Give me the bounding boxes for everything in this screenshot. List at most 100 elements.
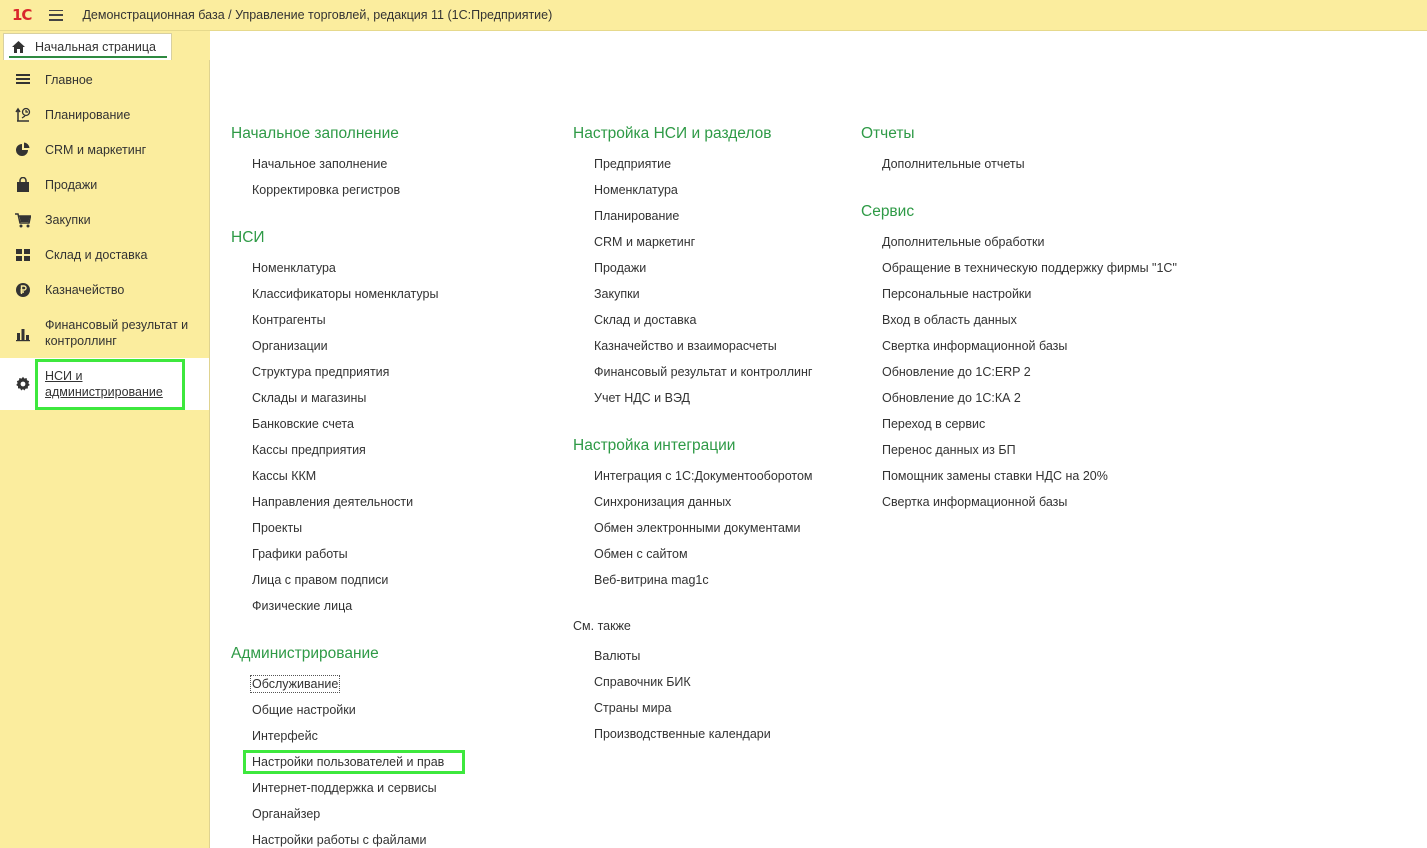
- link-tech-support[interactable]: Обращение в техническую поддержку фирмы …: [882, 261, 1177, 275]
- link-general-settings[interactable]: Общие настройки: [252, 703, 356, 717]
- link-financial-result-settings[interactable]: Финансовый результат и контроллинг: [594, 365, 812, 379]
- main-menu-icon[interactable]: [49, 9, 64, 21]
- section-heading-integration[interactable]: Настройка интеграции: [573, 437, 735, 455]
- sidebar-item-label: Главное: [45, 73, 93, 87]
- link-transfer-from-bp[interactable]: Перенос данных из БП: [882, 443, 1016, 457]
- home-icon: [12, 41, 25, 53]
- link-work-schedules[interactable]: Графики работы: [252, 547, 348, 561]
- app-logo: 1С: [12, 6, 32, 24]
- gear-icon: [15, 376, 31, 392]
- link-move-to-service[interactable]: Переход в сервис: [882, 417, 985, 431]
- cart-icon: [15, 212, 31, 228]
- link-register-adjustment[interactable]: Корректировка регистров: [252, 183, 400, 197]
- link-data-sync[interactable]: Синхронизация данных: [594, 495, 731, 509]
- link-edi-exchange[interactable]: Обмен электронными документами: [594, 521, 800, 535]
- link-web-showcase[interactable]: Веб-витрина mag1c: [594, 573, 709, 587]
- link-update-erp[interactable]: Обновление до 1С:ERP 2: [882, 365, 1031, 379]
- link-personal-settings[interactable]: Персональные настройки: [882, 287, 1031, 301]
- link-file-settings[interactable]: Настройки работы с файлами: [252, 833, 426, 847]
- link-additional-processing[interactable]: Дополнительные обработки: [882, 235, 1044, 249]
- link-docflow-integration[interactable]: Интеграция с 1С:Документооборотом: [594, 469, 813, 483]
- tab-home-label: Начальная страница: [35, 40, 156, 54]
- main-content: Начальное заполнение Начальное заполнени…: [211, 31, 1427, 848]
- link-organizations[interactable]: Организации: [252, 339, 328, 353]
- shopping-bag-icon: [15, 177, 31, 193]
- see-also-heading: См. также: [573, 619, 631, 633]
- sidebar-item-financial-result[interactable]: Финансовый результат и контроллинг: [0, 315, 209, 351]
- link-counterparties[interactable]: Контрагенты: [252, 313, 326, 327]
- tab-active-indicator: [9, 56, 167, 58]
- planning-icon: [15, 107, 31, 123]
- sidebar-item-admin[interactable]: НСИ и администрирование: [0, 358, 209, 410]
- link-business-areas[interactable]: Направления деятельности: [252, 495, 413, 509]
- sidebar-item-warehouse[interactable]: Склад и доставка: [0, 245, 209, 265]
- link-enterprise-structure[interactable]: Структура предприятия: [252, 365, 389, 379]
- link-organizer[interactable]: Органайзер: [252, 807, 320, 821]
- ruble-coin-icon: [15, 282, 31, 298]
- sidebar-item-sales[interactable]: Продажи: [0, 175, 209, 195]
- sidebar-item-crm[interactable]: CRM и маркетинг: [0, 140, 209, 160]
- tab-strip: Начальная страница: [0, 31, 210, 60]
- section-heading-service[interactable]: Сервис: [861, 203, 914, 221]
- link-vat-rate-assistant[interactable]: Помощник замены ставки НДС на 20%: [882, 469, 1108, 483]
- link-vat-settings[interactable]: Учет НДС и ВЭД: [594, 391, 690, 405]
- sidebar-item-purchases[interactable]: Закупки: [0, 210, 209, 230]
- sidebar-item-label: Финансовый результат и контроллинг: [45, 318, 189, 348]
- link-cash-desks[interactable]: Кассы предприятия: [252, 443, 366, 457]
- link-additional-reports[interactable]: Дополнительные отчеты: [882, 157, 1025, 171]
- section-heading-initial-fill[interactable]: Начальное заполнение: [231, 125, 399, 143]
- link-individuals[interactable]: Физические лица: [252, 599, 352, 613]
- sidebar-item-label: Казначейство: [45, 283, 125, 297]
- link-data-area-login[interactable]: Вход в область данных: [882, 313, 1017, 327]
- link-interface[interactable]: Интерфейс: [252, 729, 318, 743]
- section-heading-administration[interactable]: Администрирование: [231, 645, 379, 663]
- window-title: Демонстрационная база / Управление торго…: [82, 8, 553, 22]
- list-icon: [15, 72, 31, 88]
- bar-chart-icon: [15, 326, 31, 342]
- warehouse-grid-icon: [15, 247, 31, 263]
- link-planning-settings[interactable]: Планирование: [594, 209, 679, 223]
- link-projects[interactable]: Проекты: [252, 521, 302, 535]
- link-nomenclature[interactable]: Номенклатура: [252, 261, 336, 275]
- link-bik-directory[interactable]: Справочник БИК: [594, 675, 691, 689]
- sidebar-item-label: Склад и доставка: [45, 248, 148, 262]
- link-kkm-registers[interactable]: Кассы ККМ: [252, 469, 316, 483]
- link-infobase-collapse-2[interactable]: Свертка информационной базы: [882, 495, 1067, 509]
- link-currencies[interactable]: Валюты: [594, 649, 640, 663]
- sidebar-item-label: Закупки: [45, 213, 91, 227]
- link-site-exchange[interactable]: Обмен с сайтом: [594, 547, 688, 561]
- link-maintenance[interactable]: Обслуживание: [249, 675, 341, 693]
- link-initial-fill[interactable]: Начальное заполнение: [252, 157, 387, 171]
- link-nomenclature-settings[interactable]: Номенклатура: [594, 183, 678, 197]
- sidebar-item-treasury[interactable]: Казначейство: [0, 280, 209, 300]
- link-purchases-settings[interactable]: Закупки: [594, 287, 640, 301]
- link-enterprise[interactable]: Предприятие: [594, 157, 671, 171]
- link-warehouses-stores[interactable]: Склады и магазины: [252, 391, 366, 405]
- section-heading-nsi[interactable]: НСИ: [231, 229, 265, 247]
- link-update-ka[interactable]: Обновление до 1С:КА 2: [882, 391, 1021, 405]
- sidebar-item-label: НСИ и администрирование: [45, 369, 163, 399]
- link-user-rights-settings[interactable]: Настройки пользователей и прав: [252, 755, 444, 769]
- link-treasury-settings[interactable]: Казначейство и взаиморасчеты: [594, 339, 777, 353]
- sidebar-item-main[interactable]: Главное: [0, 70, 209, 90]
- sidebar-item-label: CRM и маркетинг: [45, 143, 147, 157]
- link-sales-settings[interactable]: Продажи: [594, 261, 646, 275]
- sidebar-item-label: Планирование: [45, 108, 131, 122]
- sidebar: Главное Планирование CRM и маркетинг Про…: [0, 60, 210, 848]
- link-warehouse-settings[interactable]: Склад и доставка: [594, 313, 696, 327]
- section-heading-reports[interactable]: Отчеты: [861, 125, 915, 143]
- title-bar: 1С Демонстрационная база / Управление то…: [0, 0, 1427, 31]
- sidebar-item-planning[interactable]: Планирование: [0, 105, 209, 125]
- link-production-calendars[interactable]: Производственные календари: [594, 727, 771, 741]
- pie-chart-icon: [15, 142, 31, 158]
- link-internet-support[interactable]: Интернет-поддержка и сервисы: [252, 781, 437, 795]
- section-heading-nsi-settings[interactable]: Настройка НСИ и разделов: [573, 125, 771, 143]
- link-crm-settings[interactable]: CRM и маркетинг: [594, 235, 695, 249]
- link-nomenclature-classifiers[interactable]: Классификаторы номенклатуры: [252, 287, 438, 301]
- link-countries[interactable]: Страны мира: [594, 701, 672, 715]
- link-signatories[interactable]: Лица с правом подписи: [252, 573, 388, 587]
- tab-home[interactable]: Начальная страница: [3, 33, 172, 60]
- link-bank-accounts[interactable]: Банковские счета: [252, 417, 354, 431]
- sidebar-item-label: Продажи: [45, 178, 98, 192]
- link-infobase-collapse[interactable]: Свертка информационной базы: [882, 339, 1067, 353]
